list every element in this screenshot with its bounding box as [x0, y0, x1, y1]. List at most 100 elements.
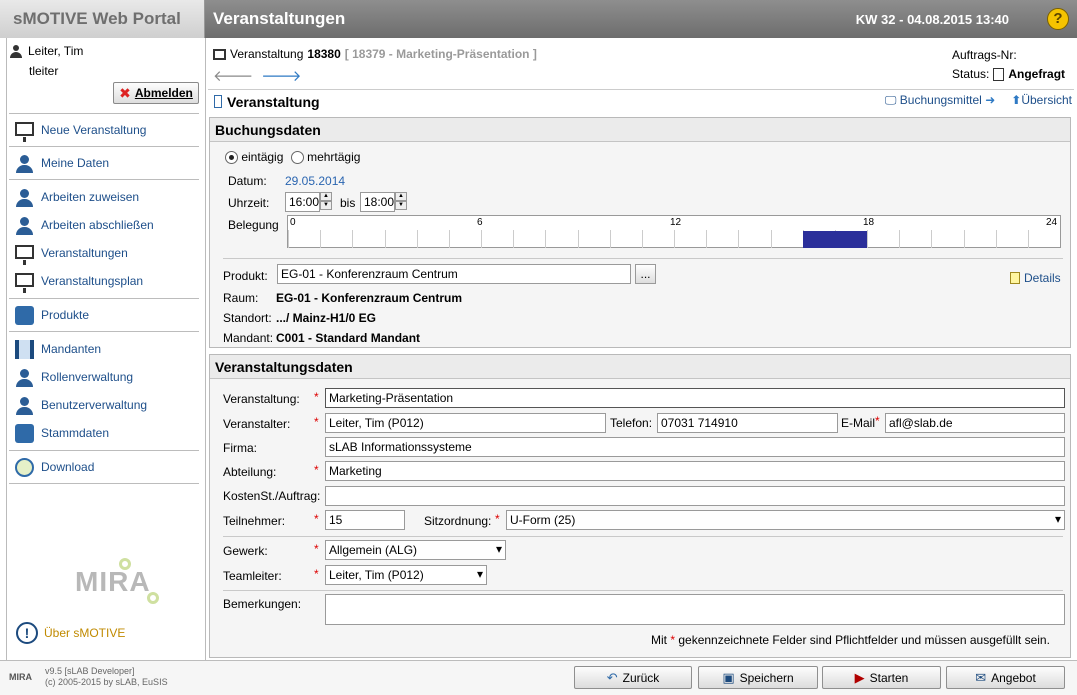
nav-arrows: 🡐 🡒: [213, 66, 301, 85]
sidebar-item-assign-work[interactable]: Arbeiten zuweisen: [7, 183, 202, 211]
help-icon[interactable]: ?: [1047, 8, 1069, 30]
events-icon: [15, 244, 34, 265]
booking-title: Buchungsdaten: [210, 118, 1070, 142]
remarks-label: Bemerkungen:: [223, 597, 302, 611]
product-browse-button[interactable]: ...: [635, 264, 656, 284]
organizer-label: Veranstalter:: [223, 417, 291, 431]
arrow-right-icon[interactable]: 🡒: [261, 66, 301, 85]
occupancy-timeline: 0 6 12 18 24: [287, 215, 1061, 248]
about-link[interactable]: ! Über sMOTIVE: [16, 622, 125, 644]
sidebar-item-master-data[interactable]: Stammdaten: [7, 419, 202, 447]
app-header: sMOTIVE Web Portal Veranstaltungen KW 32…: [0, 0, 1077, 38]
event-reference[interactable]: [ 18379 - Marketing-Präsentation ]: [345, 47, 537, 61]
event-data-title: Veranstaltungsdaten: [210, 355, 1070, 379]
location-label: Standort:: [223, 311, 272, 325]
master-data-icon: [15, 423, 34, 443]
sidebar-item-users[interactable]: Benutzerverwaltung: [7, 391, 202, 419]
event-heading: Veranstaltung 18380 [ 18379 - Marketing-…: [213, 47, 537, 61]
timeline-hour-cell: [448, 230, 481, 248]
teamlead-label: Teamleiter:: [223, 569, 282, 583]
trade-label: Gewerk:: [223, 544, 268, 558]
brand-area: sMOTIVE Web Portal: [0, 0, 205, 38]
logout-button[interactable]: ✖ Abmelden: [113, 82, 199, 104]
timeline-hour-cell: [384, 230, 417, 248]
timeline-hour-cell: [1027, 230, 1060, 248]
time-from-input[interactable]: 16:00: [285, 192, 320, 212]
complete-work-icon: [15, 216, 34, 235]
product-label: Produkt:: [223, 269, 268, 283]
offer-icon: ✉: [975, 669, 987, 685]
seating-select[interactable]: U-Form (25): [506, 510, 1065, 530]
radio-multi-day[interactable]: [290, 151, 304, 165]
sidebar-item-label: Neue Veranstaltung: [41, 123, 147, 137]
overview-link[interactable]: ⬆Übersicht: [1011, 93, 1072, 108]
save-label: Speichern: [739, 670, 794, 685]
remarks-textarea[interactable]: [325, 594, 1065, 625]
back-label: Zurück: [622, 670, 660, 685]
sidebar-item-event-plan[interactable]: Veranstaltungsplan: [7, 267, 202, 295]
timeline-tick-label: 12: [670, 217, 682, 228]
radio-single-label: eintägig: [241, 150, 284, 164]
seating-label: Sitzordnung:: [424, 514, 492, 528]
booking-resources-link[interactable]: 🖵 Buchungsmittel ➜: [885, 93, 995, 108]
department-input[interactable]: Marketing: [325, 461, 1065, 481]
download-icon: [15, 457, 34, 477]
time-to-input[interactable]: 18:00: [360, 192, 395, 212]
assign-work-icon: [15, 188, 34, 207]
email-input[interactable]: afl@slab.de: [885, 413, 1065, 433]
main-content: Veranstaltung 18380 [ 18379 - Marketing-…: [205, 38, 1077, 660]
details-link[interactable]: Details: [1010, 271, 1061, 285]
timeline-tick-label: 6: [477, 217, 483, 228]
sidebar-item-my-data[interactable]: Meine Daten: [7, 147, 202, 179]
sidebar-item-label: Rollenverwaltung: [41, 370, 134, 384]
participants-input[interactable]: 15: [325, 510, 405, 530]
my-data-icon: [15, 154, 34, 173]
date-label: Datum:: [228, 174, 267, 188]
timeline-hour-cell: [899, 230, 931, 248]
title-bar: Veranstaltungen KW 32 - 04.08.2015 13:40…: [205, 0, 1077, 38]
time-to-spinner[interactable]: ▲ ▼: [395, 192, 407, 212]
event-icon: [213, 48, 226, 60]
organizer-input[interactable]: Leiter, Tim (P012): [325, 413, 606, 433]
trade-select[interactable]: Allgemein (ALG): [325, 540, 506, 560]
phone-input[interactable]: 07031 714910: [657, 413, 838, 433]
department-label: Abteilung:: [223, 465, 277, 479]
booking-resources-label: Buchungsmittel: [899, 93, 982, 107]
radio-single-day[interactable]: [225, 151, 238, 165]
sidebar-item-products[interactable]: Produkte: [7, 299, 202, 331]
occupancy-label: Belegung: [228, 218, 279, 232]
day-mode-radios: eintägig mehrtägig: [225, 150, 361, 165]
event-name-input[interactable]: Marketing-Präsentation: [325, 388, 1065, 408]
radio-multi-label: mehrtägig: [307, 150, 361, 164]
timeline-hour-cell: [609, 230, 642, 248]
sidebar-item-clients[interactable]: Mandanten: [7, 335, 202, 363]
about-label: Über sMOTIVE: [44, 626, 126, 640]
timeline-hour-cell: [481, 230, 513, 248]
client-label: Mandant:: [223, 331, 274, 345]
time-from-spinner[interactable]: ▲ ▼: [320, 192, 332, 212]
sidebar-item-complete-work[interactable]: Arbeiten abschließen: [7, 211, 202, 239]
order-number: Auftrags-Nr:: [952, 48, 1017, 62]
overview-label: Übersicht: [1021, 93, 1072, 107]
participants-label: Teilnehmer:: [223, 514, 286, 528]
sidebar-item-download[interactable]: Download: [7, 451, 202, 483]
teamlead-select[interactable]: Leiter, Tim (P012): [325, 565, 487, 585]
save-button[interactable]: ▣ Speichern: [698, 666, 818, 689]
arrow-left-icon[interactable]: 🡐: [213, 66, 253, 85]
sidebar-item-new-event[interactable]: Neue Veranstaltung: [7, 114, 202, 146]
event-name-label: Veranstaltung:: [223, 392, 300, 406]
product-input[interactable]: EG-01 - Konferenzraum Centrum: [277, 264, 631, 284]
cost-center-input[interactable]: [325, 486, 1065, 506]
date-value[interactable]: 29.05.2014: [285, 174, 345, 188]
sidebar-item-roles[interactable]: Rollenverwaltung: [7, 363, 202, 391]
back-button[interactable]: ↶ Zurück: [574, 666, 692, 689]
offer-button[interactable]: ✉ Angebot: [946, 666, 1065, 689]
timeline-hour-cell: [738, 230, 770, 248]
sidebar-item-label: Download: [41, 460, 95, 474]
booking-panel: Buchungsdaten eintägig mehrtägig Datum: …: [209, 117, 1071, 348]
cost-center-label: KostenSt./Auftrag:: [223, 489, 321, 503]
sidebar-item-events[interactable]: Veranstaltungen: [7, 239, 202, 267]
sidebar-item-label: Veranstaltungen: [41, 246, 128, 260]
start-button[interactable]: ▶ Starten: [822, 666, 941, 689]
company-input[interactable]: sLAB Informationssysteme: [325, 437, 1065, 457]
